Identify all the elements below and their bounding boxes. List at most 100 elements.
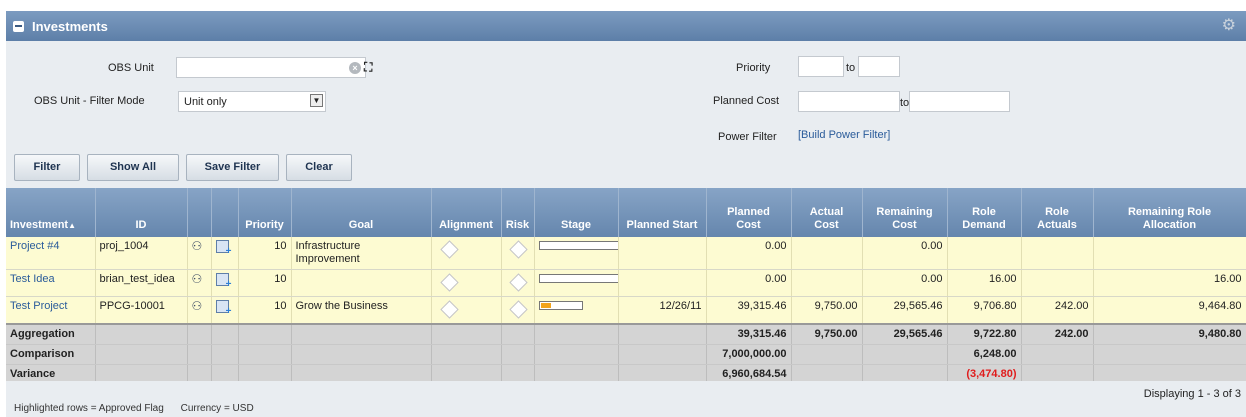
- hierarchy-icon-cell[interactable]: ⚇: [187, 296, 212, 325]
- hierarchy-icon[interactable]: ⚇: [192, 240, 203, 253]
- col-planned-start[interactable]: Planned Start: [618, 188, 707, 237]
- stage-progress-bar: [538, 241, 617, 250]
- role-demand-cell: 9,706.80: [947, 296, 1022, 325]
- table-row: Project #4 proj_1004 ⚇ 10 Infrastructure…: [6, 237, 1246, 270]
- alignment-cell: [431, 269, 502, 297]
- sort-asc-icon: ▲: [68, 221, 76, 230]
- goal-cell: [291, 269, 432, 297]
- col-remaining-cost[interactable]: Remaining Cost: [862, 188, 948, 237]
- table-row: Test Idea brian_test_idea ⚇ 10 0.00 0.00…: [6, 269, 1246, 297]
- summary-label: Aggregation: [6, 323, 96, 345]
- col-actual-cost[interactable]: Actual Cost: [791, 188, 863, 237]
- col-priority[interactable]: Priority: [238, 188, 292, 237]
- col-planned-cost-l1: Planned: [727, 206, 770, 218]
- to-label: to: [900, 97, 910, 109]
- properties-icon-cell[interactable]: [211, 237, 239, 270]
- priority-label: Priority: [736, 62, 771, 74]
- col-planned-cost-l2: Cost: [736, 219, 761, 231]
- remaining-role-allocation-cell: 16.00: [1093, 269, 1246, 297]
- planned-cost-label: Planned Cost: [713, 95, 780, 107]
- alignment-diamond-icon: [439, 240, 459, 259]
- investment-link[interactable]: Project #4: [6, 237, 96, 270]
- build-power-filter-link[interactable]: [Build Power Filter]: [798, 129, 890, 141]
- role-demand-cell: [947, 237, 1022, 270]
- table-header-row: Investment▲ ID Priority Goal Alignment R…: [6, 188, 1246, 237]
- planned-start-cell: 12/26/11: [618, 296, 707, 325]
- col-rra-l1: Remaining Role: [1127, 206, 1212, 218]
- col-role-demand[interactable]: Role Demand: [947, 188, 1022, 237]
- summary-planned-cost: 39,315.46: [706, 323, 792, 345]
- properties-icon-cell[interactable]: [211, 296, 239, 325]
- clear-button[interactable]: Clear: [286, 154, 352, 181]
- hierarchy-icon[interactable]: ⚇: [192, 273, 203, 286]
- risk-cell: [501, 269, 535, 297]
- col-id[interactable]: ID: [95, 188, 188, 237]
- summary-role-demand: 9,722.80: [947, 323, 1022, 345]
- id-cell: brian_test_idea: [95, 269, 188, 297]
- stage-progress-bar: [538, 274, 617, 283]
- actual-cost-cell: [791, 237, 863, 270]
- collapse-icon[interactable]: [13, 21, 24, 32]
- gear-icon[interactable]: ⚙: [1222, 18, 1236, 34]
- planned-cost-cell: 0.00: [706, 269, 792, 297]
- col-alignment[interactable]: Alignment: [431, 188, 502, 237]
- planned-start-cell: [618, 237, 707, 270]
- obs-mode-select[interactable]: Unit only ▼: [178, 91, 326, 112]
- power-filter-label: Power Filter: [718, 131, 777, 143]
- summary-remaining-role-allocation: 9,480.80: [1093, 323, 1246, 345]
- binoculars-icon[interactable]: ⛶: [364, 60, 372, 75]
- alignment-cell: [431, 296, 502, 325]
- save-filter-button[interactable]: Save Filter: [186, 154, 279, 181]
- col-remaining-role-allocation[interactable]: Remaining Role Allocation: [1093, 188, 1246, 237]
- alignment-cell: [431, 237, 502, 270]
- planned-cost-cell: 0.00: [706, 237, 792, 270]
- id-cell: proj_1004: [95, 237, 188, 270]
- legend: Highlighted rows = Approved Flag Currenc…: [14, 403, 268, 414]
- col-risk[interactable]: Risk: [501, 188, 535, 237]
- alignment-diamond-icon: [439, 273, 459, 292]
- summary-role-actuals: [1021, 344, 1094, 365]
- properties-icon[interactable]: [215, 273, 232, 291]
- planned-cost-from-input[interactable]: [798, 91, 900, 112]
- planned-cost-cell: 39,315.46: [706, 296, 792, 325]
- summary-remaining-cost: 29,565.46: [862, 323, 948, 345]
- investment-link[interactable]: Test Idea: [6, 269, 96, 297]
- col-role-actuals[interactable]: Role Actuals: [1021, 188, 1094, 237]
- role-actuals-cell: 242.00: [1021, 296, 1094, 325]
- planned-start-cell: [618, 269, 707, 297]
- stage-cell: [534, 269, 619, 297]
- summary-remaining-cost: [862, 344, 948, 365]
- risk-cell: [501, 237, 535, 270]
- col-stage[interactable]: Stage: [534, 188, 619, 237]
- properties-icon[interactable]: [215, 300, 232, 318]
- col-planned-cost[interactable]: Planned Cost: [706, 188, 792, 237]
- role-actuals-cell: [1021, 237, 1094, 270]
- filter-button[interactable]: Filter: [14, 154, 80, 181]
- investments-table: Investment▲ ID Priority Goal Alignment R…: [6, 188, 1246, 385]
- properties-icon-cell[interactable]: [211, 269, 239, 297]
- col-investment[interactable]: Investment▲: [6, 188, 96, 237]
- role-demand-cell: 16.00: [947, 269, 1022, 297]
- planned-cost-to-input[interactable]: [909, 91, 1010, 112]
- col-goal[interactable]: Goal: [291, 188, 432, 237]
- goal-cell: Infrastructure Improvement: [291, 237, 432, 270]
- actual-cost-cell: 9,750.00: [791, 296, 863, 325]
- summary-actual-cost: [791, 344, 863, 365]
- legend-highlighted: Highlighted rows = Approved Flag: [14, 403, 164, 414]
- col-actual-cost-l1: Actual: [809, 206, 844, 218]
- stage-cell: [534, 296, 619, 325]
- remaining-cost-cell: 0.00: [862, 269, 948, 297]
- priority-cell: 10: [238, 269, 292, 297]
- clear-icon[interactable]: ×: [349, 62, 361, 74]
- hierarchy-icon[interactable]: ⚇: [192, 300, 203, 313]
- properties-icon[interactable]: [215, 240, 232, 258]
- priority-from-input[interactable]: [798, 56, 844, 77]
- obs-unit-input[interactable]: [176, 57, 366, 78]
- show-all-button[interactable]: Show All: [87, 154, 179, 181]
- priority-to-input[interactable]: [858, 56, 900, 77]
- hierarchy-icon-cell[interactable]: ⚇: [187, 269, 212, 297]
- hierarchy-icon-cell[interactable]: ⚇: [187, 237, 212, 270]
- col-role-actuals-l2: Actuals: [1037, 219, 1077, 231]
- chevron-down-icon[interactable]: ▼: [310, 94, 323, 107]
- investment-link[interactable]: Test Project: [6, 296, 96, 325]
